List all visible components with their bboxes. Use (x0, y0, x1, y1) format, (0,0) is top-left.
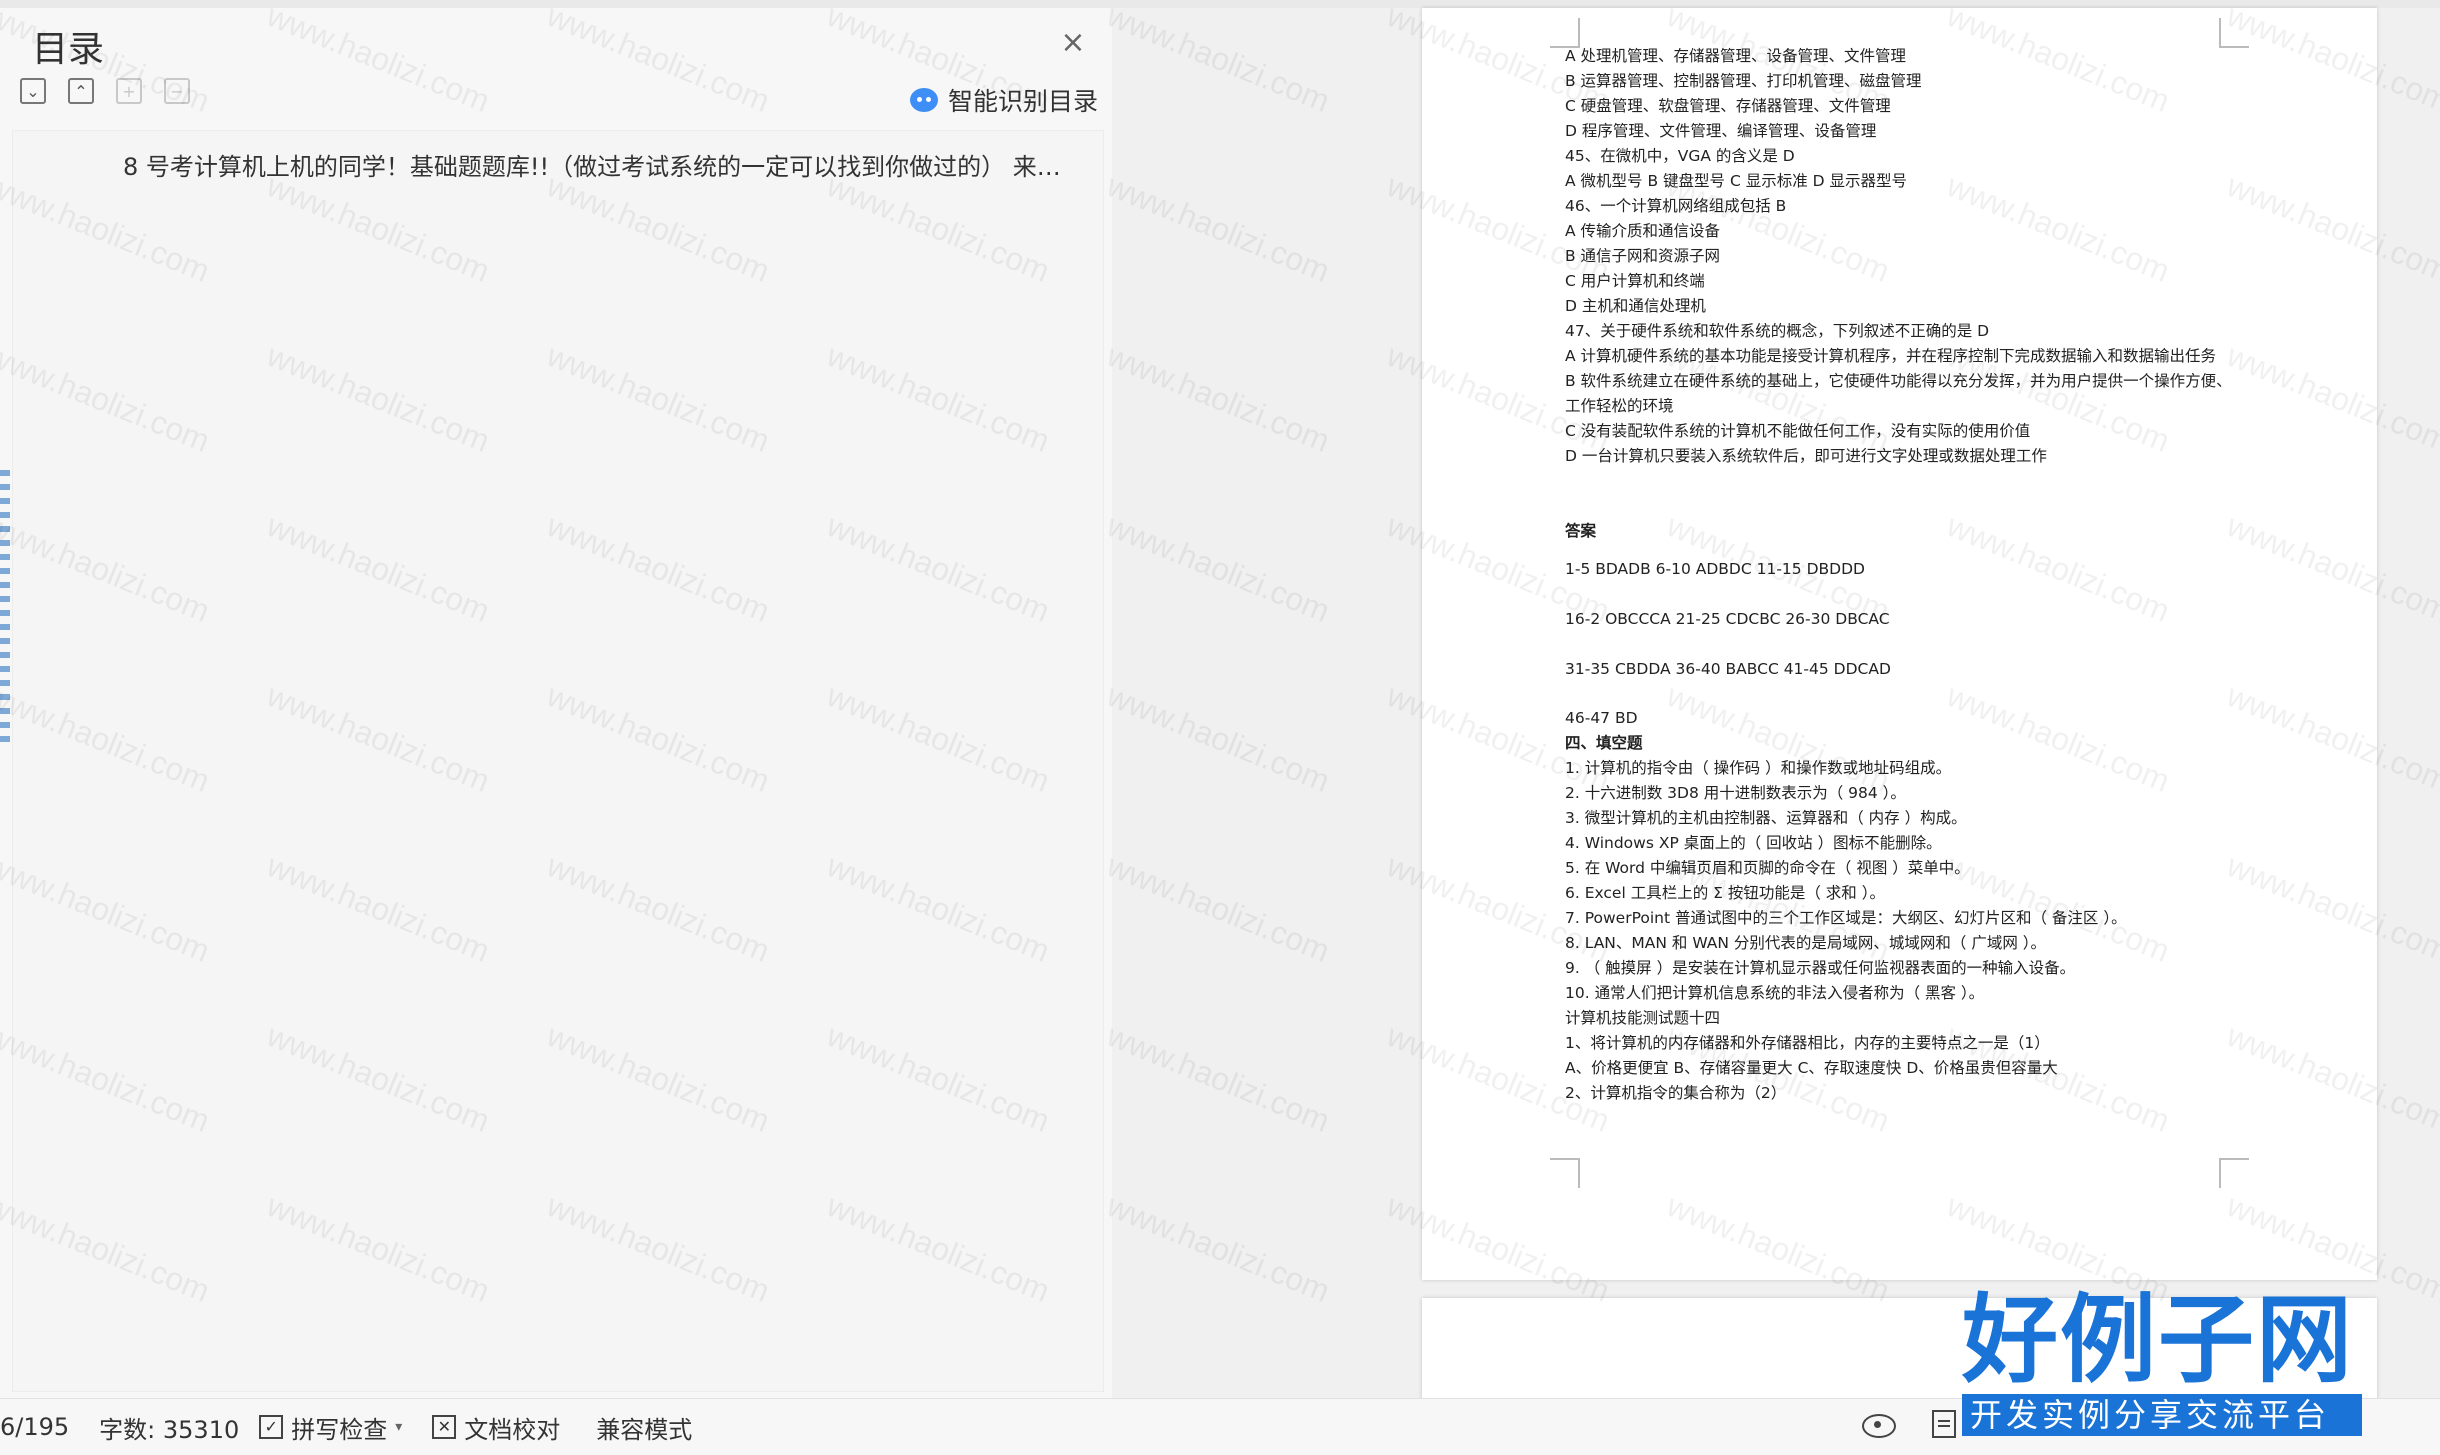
fill-line: 4. Windows XP 桌面上的（ 回收站 ）图标不能删除。 (1565, 834, 1942, 852)
fill-line: 2、计算机指令的集合称为（2） (1565, 1084, 1787, 1102)
doc-blank (1565, 469, 2240, 519)
remove-heading-icon[interactable]: − (164, 78, 190, 104)
fill-line: 8. LAN、MAN 和 WAN 分别代表的是局域网、城域网和（ 广域网 ）。 (1565, 934, 2047, 952)
fill-line: 计算机技能测试题十四 (1565, 1009, 1721, 1027)
close-icon[interactable]: × (1058, 28, 1088, 58)
expand-down-icon[interactable]: ⌄ (20, 78, 46, 104)
section-heading: 四、填空题 (1565, 734, 1643, 752)
doc-line: 45、在微机中，VGA 的含义是 D (1565, 147, 1795, 165)
fill-line: 10. 通常人们把计算机信息系统的非法入侵者称为（ 黑客 ）。 (1565, 984, 1985, 1002)
word-count[interactable]: 字数: 35310 (99, 1410, 239, 1445)
fill-line: 5. 在 Word 中编辑页眉和页脚的命令在（ 视图 ）菜单中。 (1565, 859, 1970, 877)
toc-toolbar: ⌄ ⌃ + − (20, 78, 190, 114)
fill-line: 2. 十六进制数 3D8 用十进制数表示为（ 984 ）。 (1565, 784, 1906, 802)
answer-heading: 答案 (1565, 522, 1597, 540)
toc-list: 8 号考计算机上机的同学！基础题题库!!（做过考试系统的一定可以找到你做过的） … (12, 130, 1104, 1392)
smart-assistant-icon (910, 88, 938, 112)
eye-protection-icon[interactable] (1862, 1414, 1896, 1438)
compat-mode-label: 兼容模式 (596, 1415, 693, 1444)
doc-line: B 运算器管理、控制器管理、打印机管理、磁盘管理 (1565, 72, 1922, 90)
doc-line: A 传输介质和通信设备 (1565, 222, 1721, 240)
fill-line: 7. PowerPoint 普通试图中的三个工作区域是：大纲区、幻灯片区和（ 备… (1565, 909, 2127, 927)
smart-toc-button[interactable]: 智能识别目录 (910, 82, 1098, 118)
doc-proof-button[interactable]: ✕ 文档校对 (432, 1410, 560, 1445)
doc-line: D 主机和通信处理机 (1565, 297, 1706, 315)
doc-line: D 程序管理、文件管理、编译管理、设备管理 (1565, 122, 1877, 140)
toc-title: 目录 (32, 29, 105, 70)
crop-mark (2219, 1158, 2249, 1188)
fill-line: 9. （ 触摸屏 ）是安装在计算机显示器或任何监视器表面的一种输入设备。 (1565, 959, 2076, 977)
doc-line: B 通信子网和资源子网 (1565, 247, 1721, 265)
chevron-down-icon: ▾ (395, 1419, 403, 1435)
top-border (0, 0, 2440, 8)
site-logo: 好例子网 开发实例分享交流平台 (1962, 1290, 2362, 1442)
fill-line: 1. 计算机的指令由（ 操作码 ）和操作数或地址码组成。 (1565, 759, 1952, 777)
answer-line: 46-47 BD (1565, 709, 1638, 727)
fill-line: 6. Excel 工具栏上的 Σ 按钮功能是（ 求和 ）。 (1565, 884, 1885, 902)
doc-line: C 硬盘管理、软盘管理、存储器管理、文件管理 (1565, 97, 1891, 115)
toc-panel: 目录 × ⌄ ⌃ + − 智能识别目录 8 号考计算机上机的同学！基础题题库!!… (0, 8, 1113, 1398)
checkbox-icon: ✓ (259, 1415, 284, 1439)
spell-check-label: 拼写检查 (291, 1415, 388, 1444)
doc-line: A 微机型号 B 键盘型号 C 显示标准 D 显示器型号 (1565, 172, 1907, 190)
doc-line: C 没有装配软件系统的计算机不能做任何工作，没有实际的使用价值 (1565, 422, 2031, 440)
side-collapsed-tab[interactable] (0, 470, 10, 750)
spell-check-button[interactable]: ✓ 拼写检查 ▾ (259, 1410, 402, 1445)
doc-line: A 处理机管理、存储器管理、设备管理、文件管理 (1565, 47, 1907, 65)
doc-line: D 一台计算机只要装入系统软件后，即可进行文字处理或数据处理工作 (1565, 447, 2047, 465)
crop-mark (1550, 1158, 1580, 1188)
doc-line: 47、关于硬件系统和软件系统的概念，下列叙述不正确的是 D (1565, 322, 1990, 340)
add-heading-icon[interactable]: + (116, 78, 142, 104)
doc-line: A 计算机硬件系统的基本功能是接受计算机程序，并在程序控制下完成数据输入和数据输… (1565, 347, 2217, 365)
fill-line: 3. 微型计算机的主机由控制器、运算器和（ 内存 ）构成。 (1565, 809, 1967, 827)
answer-line: 31-35 CBDDA 36-40 BABCC 41-45 DDCAD (1565, 660, 1891, 678)
toc-item[interactable]: 8 号考计算机上机的同学！基础题题库!!（做过考试系统的一定可以找到你做过的） … (123, 147, 1083, 182)
doc-line: B 软件系统建立在硬件系统的基础上，它使硬件功能得以充分发挥，并为用户提供一个操… (1565, 372, 2232, 415)
answer-line: 16-2 OBCCCA 21-25 CDCBC 26-30 DBCAC (1565, 610, 1890, 628)
doc-line: 46、一个计算机网络组成包括 B (1565, 197, 1787, 215)
document-text: A 处理机管理、存储器管理、设备管理、文件管理 B 运算器管理、控制器管理、打印… (1565, 44, 2240, 1106)
doc-line: C 用户计算机和终端 (1565, 272, 1705, 290)
smart-toc-label: 智能识别目录 (948, 87, 1099, 116)
fill-line: 1、将计算机的内存储器和外存储器相比，内存的主要特点之一是（1） (1565, 1034, 2050, 1052)
logo-subtitle: 开发实例分享交流平台 (1962, 1394, 2362, 1436)
answer-line: 1-5 BDADB 6-10 ADBDC 11-15 DBDDD (1565, 560, 1865, 578)
fill-line: A、价格更便宜 B、存储容量更大 C、存取速度快 D、价格虽贵但容量大 (1565, 1059, 2058, 1077)
doc-proof-label: 文档校对 (464, 1415, 561, 1444)
logo-title: 好例子网 (1962, 1283, 2354, 1396)
page-indicator[interactable]: 6/195 (0, 1413, 69, 1441)
proofread-icon: ✕ (432, 1415, 457, 1439)
collapse-up-icon[interactable]: ⌃ (68, 78, 94, 104)
page-view-icon[interactable] (1932, 1410, 1956, 1438)
